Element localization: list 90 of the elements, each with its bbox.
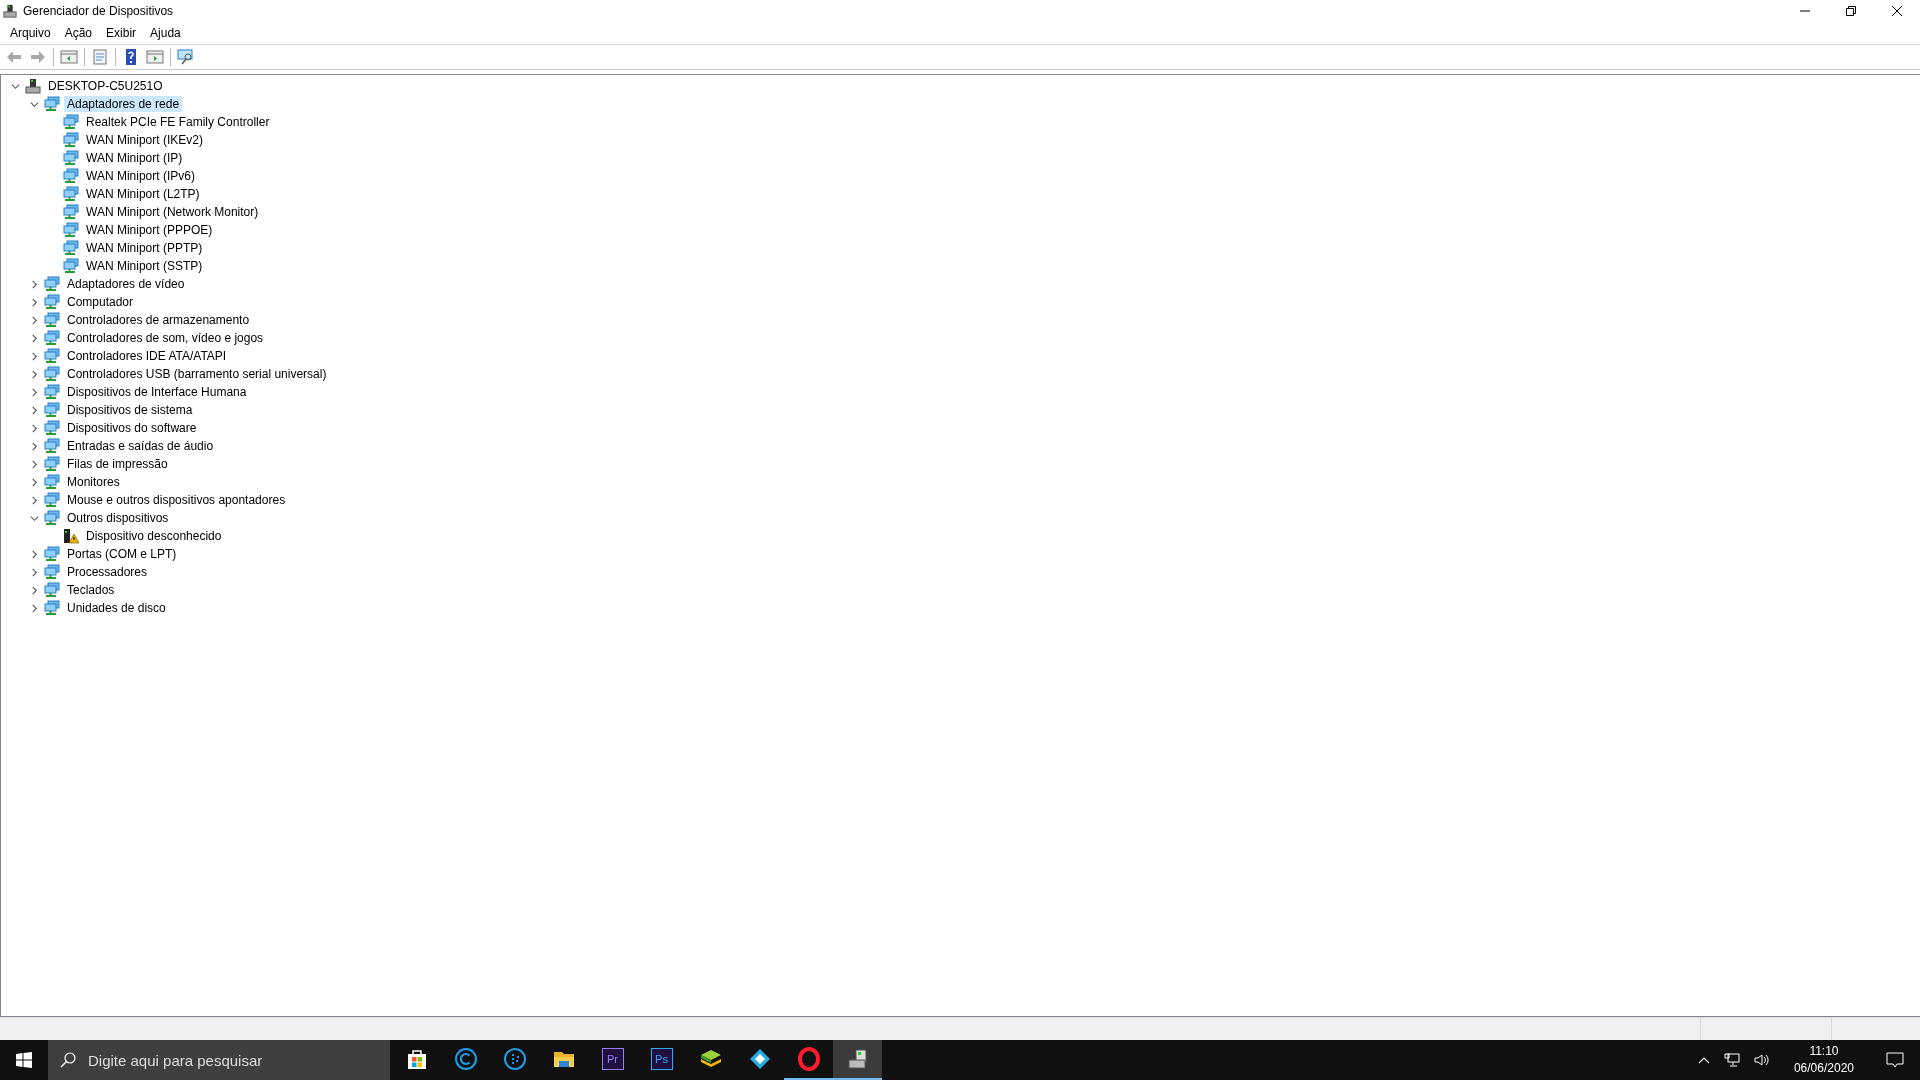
network-adapter-icon <box>44 348 60 364</box>
tree-item[interactable]: Dispositivo desconhecido <box>83 528 225 544</box>
tree-item[interactable]: WAN Miniport (IKEv2) <box>83 132 206 148</box>
tree-item[interactable]: Adaptadores de rede <box>64 96 183 112</box>
tree-item[interactable]: WAN Miniport (PPTP) <box>83 240 206 256</box>
expand-chevron-icon[interactable] <box>29 279 39 289</box>
tree-item[interactable]: Portas (COM e LPT) <box>64 546 180 562</box>
tree-item[interactable]: Filas de impressão <box>64 456 171 472</box>
app-icon[interactable] <box>833 1040 882 1080</box>
tree-item[interactable]: Realtek PCIe FE Family Controller <box>83 114 273 130</box>
tree-item[interactable]: Controladores de armazenamento <box>64 312 253 328</box>
tree-item[interactable]: WAN Miniport (L2TP) <box>83 186 203 202</box>
collapse-chevron-icon[interactable] <box>10 81 20 91</box>
close-icon[interactable] <box>1892 6 1902 16</box>
app-button[interactable]: Ps <box>637 1040 686 1080</box>
tree-item[interactable]: WAN Miniport (SSTP) <box>83 258 206 274</box>
expand-chevron-icon[interactable] <box>29 405 39 415</box>
menu-item[interactable]: Ajuda <box>143 26 188 40</box>
expand-chevron-icon[interactable] <box>29 351 39 361</box>
app-icon <box>3 3 17 19</box>
tree-item[interactable]: Controladores IDE ATA/ATAPI <box>64 348 230 364</box>
time-text: 11:10 <box>1809 1043 1839 1060</box>
tree-item[interactable]: Controladores de som, vídeo e jogos <box>64 330 267 346</box>
network-adapter-icon <box>44 96 60 112</box>
menu-item[interactable]: Arquivo <box>3 26 58 40</box>
network-adapter-icon <box>44 420 60 436</box>
window-title: Gerenciador de Dispositivos <box>23 4 174 18</box>
network-adapter-icon <box>44 546 60 562</box>
notification-icon[interactable] <box>1886 1052 1904 1068</box>
computer-name[interactable]: DESKTOP-C5U251O <box>45 78 166 94</box>
network-adapter-icon <box>44 474 60 490</box>
menu-item[interactable]: Exibir <box>99 26 144 40</box>
network-adapter-icon <box>44 366 60 382</box>
network-adapter-icon <box>44 402 60 418</box>
tree-item[interactable]: Adaptadores de vídeo <box>64 276 188 292</box>
network-adapter-icon <box>44 312 60 328</box>
network-icon[interactable] <box>1723 1053 1740 1067</box>
windows-logo-icon[interactable] <box>16 1052 32 1068</box>
tree-item[interactable]: Dispositivos de Interface Humana <box>64 384 250 400</box>
app-button[interactable]: Pr <box>588 1040 637 1080</box>
network-adapter-icon <box>44 492 60 508</box>
expand-chevron-icon[interactable] <box>29 297 39 307</box>
expand-chevron-icon[interactable] <box>29 315 39 325</box>
speaker-icon[interactable] <box>1753 1053 1770 1067</box>
network-adapter-icon <box>44 330 60 346</box>
date-text: 06/06/2020 <box>1793 1060 1854 1077</box>
tree-item[interactable]: Controladores USB (barramento serial universal) <box>64 366 330 382</box>
expand-chevron-icon[interactable] <box>29 567 39 577</box>
tree-item[interactable]: WAN Miniport (PPPOE) <box>83 222 216 238</box>
expand-chevron-icon[interactable] <box>29 477 39 487</box>
expand-chevron-icon[interactable] <box>29 459 39 469</box>
network-adapter-icon <box>44 294 60 310</box>
expand-chevron-icon[interactable] <box>29 603 39 613</box>
network-adapter-icon <box>44 276 60 292</box>
collapse-chevron-icon[interactable] <box>29 99 39 109</box>
tree-item[interactable]: Mouse e outros dispositivos apontadores <box>64 492 289 508</box>
tree-item[interactable]: WAN Miniport (IP) <box>83 150 186 166</box>
expand-chevron-icon[interactable] <box>29 369 39 379</box>
tree-item[interactable]: Teclados <box>64 582 118 598</box>
chevron-up-icon[interactable] <box>1697 1056 1710 1064</box>
expand-chevron-icon[interactable] <box>29 549 39 559</box>
expand-chevron-icon[interactable] <box>29 585 39 595</box>
tree-item[interactable]: Entradas e saídas de áudio <box>64 438 217 454</box>
expand-chevron-icon[interactable] <box>29 441 39 451</box>
tree-item[interactable]: WAN Miniport (Network Monitor) <box>83 204 262 220</box>
tree-item[interactable]: Outros dispositivos <box>64 510 172 526</box>
tree-item[interactable]: Computador <box>64 294 137 310</box>
expand-chevron-icon[interactable] <box>29 495 39 505</box>
restore-icon[interactable] <box>1846 6 1856 16</box>
tree-item[interactable]: Monitores <box>64 474 123 490</box>
tree-item[interactable]: Unidades de disco <box>64 600 169 616</box>
clock[interactable]: 11:10 06/06/2020 <box>1793 1043 1854 1077</box>
expand-chevron-icon[interactable] <box>29 423 39 433</box>
network-adapter-icon <box>44 582 60 598</box>
network-adapter-icon <box>44 384 60 400</box>
expand-chevron-icon[interactable] <box>29 387 39 397</box>
network-adapter-icon <box>44 600 60 616</box>
network-adapter-icon <box>44 564 60 580</box>
network-adapter-icon <box>44 510 60 526</box>
computer-icon <box>25 78 41 94</box>
search-field[interactable]: Digite aqui para pesquisar <box>48 1040 390 1080</box>
network-adapter-icon <box>44 456 60 472</box>
expand-chevron-icon[interactable] <box>29 333 39 343</box>
tree-item[interactable]: Dispositivos de sistema <box>64 402 196 418</box>
tree-item[interactable]: WAN Miniport (IPv6) <box>83 168 198 184</box>
tree-item[interactable]: Dispositivos do software <box>64 420 200 436</box>
network-adapter-icon <box>44 438 60 454</box>
collapse-chevron-icon[interactable] <box>29 513 39 523</box>
menu-item[interactable]: Ação <box>57 26 100 40</box>
tree-item[interactable]: Processadores <box>64 564 151 580</box>
